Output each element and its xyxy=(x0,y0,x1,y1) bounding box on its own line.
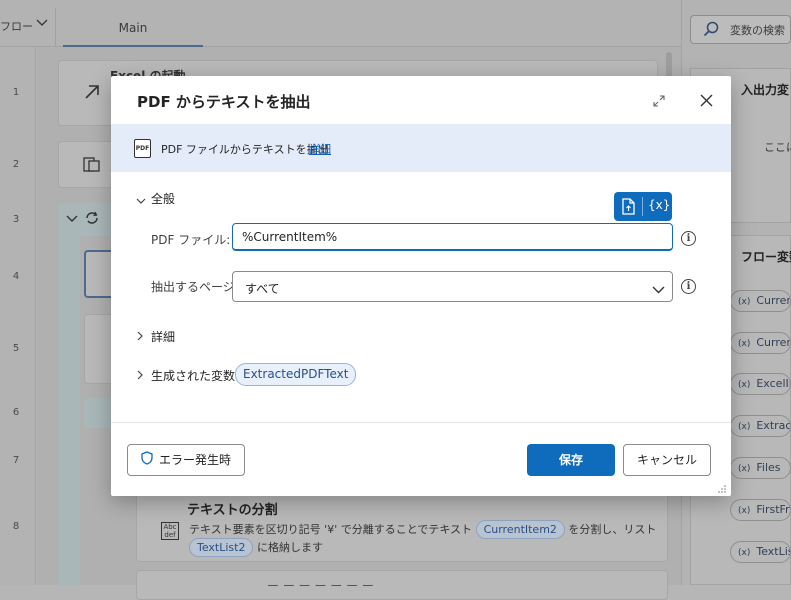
line-number: 1 xyxy=(12,87,20,98)
io-variables-empty-text: ここに xyxy=(764,141,791,154)
pages-dropdown[interactable]: すべて xyxy=(232,271,673,302)
variable-name: CurrentItem2 xyxy=(756,336,791,349)
dialog-title: PDF からテキストを抽出 xyxy=(137,93,311,111)
expand-icon[interactable] xyxy=(653,95,665,110)
section-details-title[interactable]: 詳細 xyxy=(151,328,175,345)
pages-label: 抽出するページ: xyxy=(151,280,239,294)
line-number: 5 xyxy=(12,343,20,354)
info-icon[interactable]: i xyxy=(681,279,696,294)
line-number: 3 xyxy=(12,214,20,225)
loop-rail xyxy=(58,236,80,585)
extract-pdf-text-dialog: PDF からテキストを抽出 PDF PDF ファイルからテキストを抽出 詳細 全… xyxy=(111,76,731,496)
shield-icon xyxy=(141,446,153,476)
variable-picker-toolbar: {x} xyxy=(614,192,672,221)
on-error-button[interactable]: エラー発生時 xyxy=(127,444,245,476)
chevron-down-icon xyxy=(36,17,48,30)
action-description: テキスト要素を区切り記号 '¥' で分離することでテキスト CurrentIte… xyxy=(189,520,656,539)
tab-separator xyxy=(55,8,56,46)
line-number: 7 xyxy=(12,455,20,466)
variable-picker-button[interactable]: {x} xyxy=(648,198,670,212)
line-number: 4 xyxy=(12,271,20,282)
chevron-down-icon xyxy=(66,212,78,226)
arrow-up-right-icon xyxy=(83,83,101,104)
pdf-file-input[interactable]: %CurrentItem% xyxy=(232,223,673,251)
on-error-label: エラー発生時 xyxy=(158,453,231,467)
flow-variable-item[interactable]: (x)CurrentItem xyxy=(730,290,791,312)
flow-variable-item[interactable]: (x)CurrentItem2 xyxy=(730,332,791,354)
description-bar: PDF PDF ファイルからテキストを抽出 詳細 xyxy=(111,124,731,172)
variable-name: FirstFreeRow xyxy=(756,503,790,516)
loop-icon xyxy=(83,209,101,230)
details-link[interactable]: 詳細 xyxy=(309,141,331,157)
variable-name: Files xyxy=(756,461,781,474)
pdf-file-icon: PDF xyxy=(134,139,151,158)
variable-chip: TextList2 xyxy=(189,538,254,557)
footer-divider xyxy=(111,422,731,423)
toolbar-divider xyxy=(642,197,643,216)
close-icon[interactable] xyxy=(700,94,713,110)
pdf-file-label: PDF ファイル: xyxy=(151,233,231,247)
line-number: 8 xyxy=(12,521,20,532)
flow-variable-item[interactable]: (x)ExtractedPDFText xyxy=(730,415,791,437)
desc-text: に格納します xyxy=(256,541,323,554)
desc-text: テキスト要素を区切り記号 '¥' で分離することでテキスト xyxy=(189,523,473,536)
description-text: PDF ファイルからテキストを抽出 xyxy=(161,143,329,156)
action-title: テキストの分割 xyxy=(187,503,278,518)
cancel-button[interactable]: キャンセル xyxy=(623,444,711,476)
variable-name: CurrentItem xyxy=(756,294,790,307)
line-number-gutter xyxy=(0,47,36,585)
flow-variables-title: フロー変数 xyxy=(741,250,791,264)
flow-variable-item[interactable]: (x)ExcelInstance xyxy=(730,373,791,395)
variable-chip: CurrentItem2 xyxy=(475,520,565,539)
resize-grip-icon[interactable] xyxy=(717,483,727,497)
action-description-line2: TextList2 に格納します xyxy=(189,538,323,557)
text-split-icon: Abc def xyxy=(161,522,179,540)
desc-text: を分割し、リスト xyxy=(568,523,657,536)
flow-dropdown[interactable]: フロー xyxy=(0,18,52,38)
search-icon xyxy=(703,21,719,40)
action-card[interactable]: ー ー ー ー ー ー ー xyxy=(136,570,668,600)
chevron-down-icon xyxy=(652,283,665,297)
variable-name: ExcelInstance xyxy=(756,377,790,390)
file-copy-icon xyxy=(83,157,101,176)
info-icon[interactable]: i xyxy=(681,231,696,246)
chevron-right-icon[interactable] xyxy=(137,330,144,344)
action-title-partial: ー ー ー ー ー ー ー xyxy=(267,579,374,593)
line-number: 6 xyxy=(12,407,20,418)
chevron-right-icon[interactable] xyxy=(137,369,144,383)
file-select-icon[interactable] xyxy=(621,198,636,218)
section-generated-title[interactable]: 生成された変数 xyxy=(151,367,235,384)
section-general-title[interactable]: 全般 xyxy=(151,190,175,207)
action-card-split-text[interactable]: テキストの分割 Abc def テキスト要素を区切り記号 '¥' で分離することで… xyxy=(136,490,668,562)
search-placeholder: 変数の検索 xyxy=(730,24,785,37)
io-variables-title: 入出力変 xyxy=(741,83,790,97)
generated-variable-chip[interactable]: ExtractedPDFText xyxy=(235,363,357,386)
variable-name: TextList2 xyxy=(756,545,790,558)
line-number: 2 xyxy=(12,159,20,170)
tab-main[interactable]: Main xyxy=(63,12,203,47)
flow-dropdown-label: フロー xyxy=(0,20,33,33)
flow-variable-item[interactable]: (x)FirstFreeRow xyxy=(730,499,791,521)
save-button[interactable]: 保存 xyxy=(527,444,615,476)
variable-search-input[interactable]: 変数の検索 xyxy=(690,15,791,44)
flow-variable-item[interactable]: (x) Files xyxy=(730,457,791,479)
pdf-file-value: %CurrentItem% xyxy=(242,230,338,244)
variable-name: ExtractedPDFText xyxy=(756,419,791,432)
pages-value: すべて xyxy=(245,282,280,296)
flow-variable-item[interactable]: (x)TextList2 xyxy=(730,541,791,563)
chevron-down-icon[interactable] xyxy=(136,194,146,208)
